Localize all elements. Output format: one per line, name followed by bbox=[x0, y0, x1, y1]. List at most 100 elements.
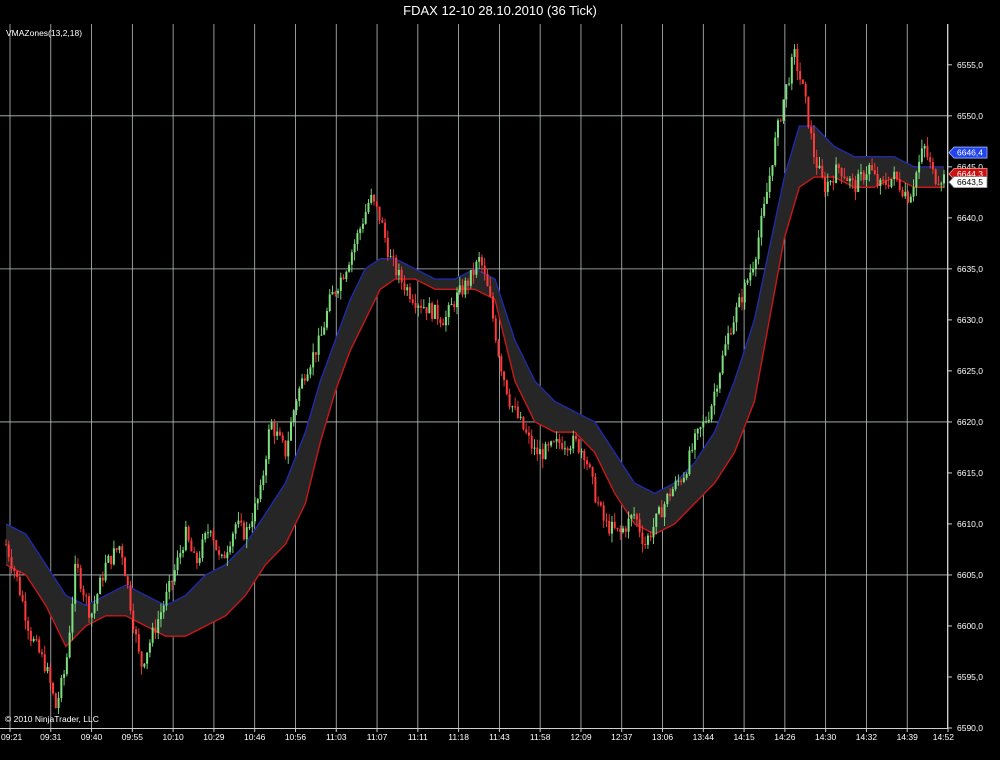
candle-body bbox=[923, 145, 926, 149]
candle-body bbox=[162, 605, 165, 613]
candle-body bbox=[558, 438, 561, 444]
candle-body bbox=[882, 179, 885, 181]
candle-body bbox=[503, 371, 506, 381]
candle-body bbox=[931, 161, 934, 170]
candle-body bbox=[862, 172, 865, 181]
candle-body bbox=[168, 580, 171, 592]
candle-body bbox=[375, 201, 378, 207]
candle-body bbox=[386, 237, 389, 257]
candle-body bbox=[79, 567, 82, 590]
candle-body bbox=[674, 480, 677, 490]
candle-body bbox=[184, 526, 187, 551]
candle-body bbox=[187, 526, 190, 541]
candle-body bbox=[110, 555, 113, 565]
time-tick-label: 11:43 bbox=[489, 732, 510, 742]
time-tick-label: 11:11 bbox=[408, 732, 428, 742]
candle-body bbox=[771, 165, 774, 176]
candle-body bbox=[929, 157, 932, 162]
candle-body bbox=[148, 642, 151, 653]
candle-body bbox=[713, 391, 716, 406]
candle-body bbox=[859, 172, 862, 174]
chart-title: FDAX 12-10 28.10.2010 (36 Tick) bbox=[403, 3, 597, 18]
candle-body bbox=[46, 667, 49, 672]
candle-body bbox=[846, 178, 849, 181]
candle-body bbox=[121, 546, 124, 558]
time-tick-label: 12:09 bbox=[570, 732, 592, 742]
candle-body bbox=[729, 333, 732, 335]
candle-body bbox=[522, 416, 525, 430]
price-tick-label: 6550,0 bbox=[957, 111, 983, 121]
candle-body bbox=[40, 652, 43, 655]
candle-body bbox=[447, 305, 450, 318]
candle-body bbox=[807, 96, 810, 128]
candle-body bbox=[248, 526, 251, 528]
candle-body bbox=[262, 475, 265, 486]
candle-body bbox=[353, 243, 356, 253]
candle-body bbox=[815, 157, 818, 169]
candle-body bbox=[60, 677, 63, 699]
candle-body bbox=[658, 507, 661, 514]
candle-body bbox=[395, 257, 398, 276]
candle-body bbox=[754, 259, 757, 269]
candle-body bbox=[339, 277, 342, 291]
candle-body bbox=[392, 256, 395, 258]
candle-body bbox=[824, 177, 827, 192]
price-tick-label: 6605,0 bbox=[957, 570, 983, 580]
candle-body bbox=[898, 179, 901, 190]
candle-body bbox=[887, 184, 890, 187]
candle-body bbox=[909, 196, 912, 203]
time-tick-label: 10:46 bbox=[244, 732, 266, 742]
time-tick-label: 14:26 bbox=[774, 732, 796, 742]
candle-body bbox=[837, 164, 840, 168]
candle-body bbox=[552, 441, 555, 443]
candle-body bbox=[633, 514, 636, 516]
candle-body bbox=[74, 564, 77, 604]
price-chart[interactable]: 6555,06550,06645,06640,06635,06630,06625… bbox=[0, 0, 1000, 760]
candle-body bbox=[190, 540, 193, 552]
candle-body bbox=[408, 287, 411, 300]
candle-body bbox=[256, 499, 259, 504]
candle-body bbox=[317, 335, 320, 355]
candle-body bbox=[292, 410, 295, 423]
candle-body bbox=[193, 551, 196, 553]
candle-body bbox=[397, 269, 400, 276]
candle-body bbox=[359, 228, 362, 233]
candle-body bbox=[176, 557, 179, 571]
candle-body bbox=[776, 120, 779, 138]
candle-body bbox=[779, 120, 782, 122]
candle-body bbox=[439, 319, 442, 323]
time-tick-label: 11:07 bbox=[367, 732, 388, 742]
candle-body bbox=[716, 388, 719, 392]
candle-body bbox=[718, 373, 721, 389]
candle-body bbox=[610, 521, 613, 534]
candle-body bbox=[206, 532, 209, 534]
candle-body bbox=[785, 84, 788, 100]
candle-body bbox=[602, 505, 605, 521]
candle-body bbox=[655, 513, 658, 527]
candle-body bbox=[129, 585, 132, 611]
candle-body bbox=[21, 595, 24, 602]
candle-body bbox=[478, 257, 481, 262]
candle-body bbox=[926, 145, 929, 158]
candle-body bbox=[450, 304, 453, 306]
candle-body bbox=[251, 521, 254, 527]
candle-body bbox=[848, 178, 851, 181]
candle-body bbox=[918, 161, 921, 173]
candle-body bbox=[768, 175, 771, 192]
candle-body bbox=[157, 619, 160, 633]
time-tick-label: 14:39 bbox=[897, 732, 919, 742]
candle-body bbox=[890, 179, 893, 187]
candle-body bbox=[519, 416, 522, 418]
candle-body bbox=[229, 546, 232, 553]
candle-body bbox=[677, 480, 680, 482]
candle-body bbox=[414, 302, 417, 308]
candle-body bbox=[851, 178, 854, 181]
candle-body bbox=[373, 194, 376, 202]
candle-body bbox=[342, 277, 345, 280]
candle-body bbox=[146, 652, 149, 664]
time-tick-label: 14:30 bbox=[815, 732, 837, 742]
candle-body bbox=[35, 638, 38, 640]
time-tick-label: 09:21 bbox=[1, 732, 23, 742]
candle-body bbox=[381, 220, 384, 223]
candle-body bbox=[159, 612, 162, 620]
